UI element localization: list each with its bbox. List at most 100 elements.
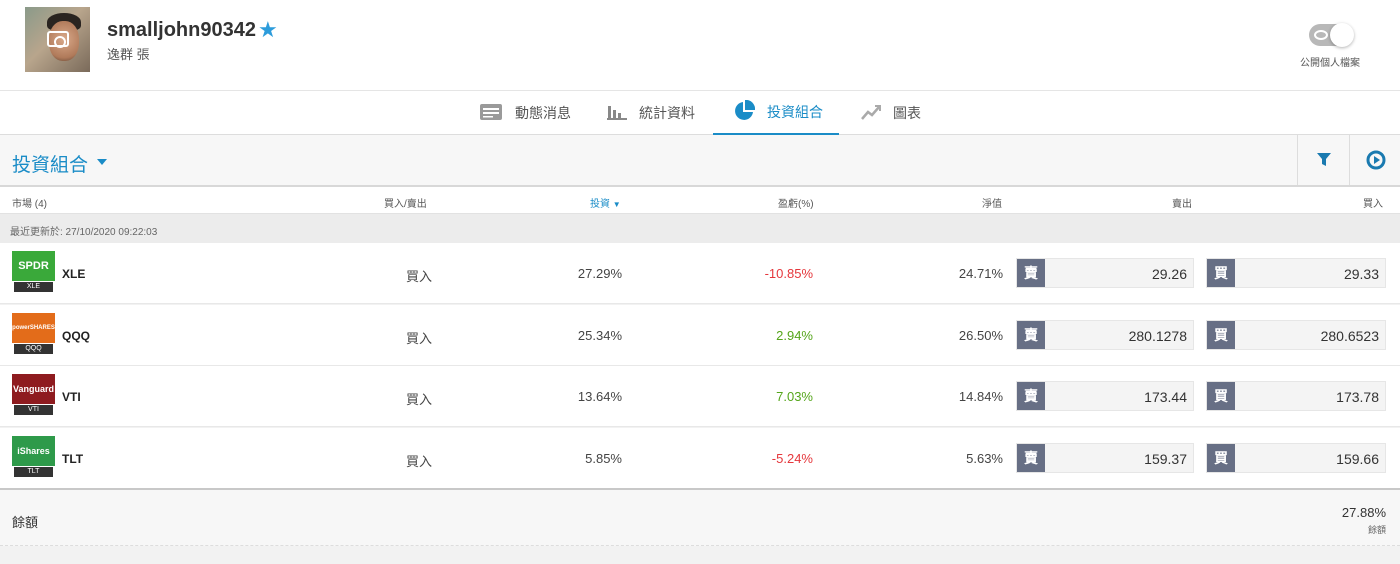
header-invested-label: 投資 (590, 199, 610, 210)
instrument-symbol[interactable]: QQQ (62, 329, 90, 343)
username: smalljohn90342 (107, 19, 256, 41)
direction-cell: 買入 (405, 392, 432, 407)
header-direction[interactable]: 買入/賣出 (384, 195, 427, 210)
logo-brand: SPDR (12, 251, 55, 281)
sell-price: 280.1278 (1128, 327, 1187, 344)
instrument-symbol[interactable]: VTI (62, 390, 81, 404)
tab-bar: 動態消息 統計資料 投資組合 圖表 (0, 91, 1400, 135)
real-name: 逸群 張 (107, 47, 150, 62)
invested-cell: 25.34% (577, 327, 622, 343)
tab-label: 圖表 (893, 105, 921, 121)
balance-label: 餘額 (12, 515, 39, 530)
logo-brand: Vanguard (12, 374, 55, 404)
play-circle-icon (1366, 150, 1385, 170)
filter-icon (1316, 153, 1331, 166)
header-sell[interactable]: 賣出 (1172, 195, 1192, 210)
buy-price: 159.66 (1336, 450, 1379, 467)
buy-tag: 買 (1207, 320, 1235, 349)
tab-stats[interactable]: 統計資料 (607, 91, 695, 135)
balance-row: 餘額 27.88% 餘額 (0, 488, 1400, 546)
value-cell: 5.63% (966, 450, 1003, 466)
table-header: 市場 (4) 買入/賣出 投資 ▼ 盈虧(%) 淨值 賣出 買入 (0, 187, 1400, 214)
buy-price: 280.6523 (1320, 327, 1379, 344)
pl-cell: -5.24% (771, 450, 813, 466)
sort-down-icon: ▼ (612, 200, 621, 209)
news-feed-icon (479, 103, 503, 124)
tab-charts[interactable]: 圖表 (861, 91, 921, 135)
sell-button[interactable]: 賣 280.1278 (1016, 319, 1194, 350)
balance-sublabel: 餘額 (1367, 525, 1386, 535)
invested-cell: 27.29% (577, 266, 622, 281)
instrument-symbol[interactable]: XLE (62, 267, 85, 281)
portfolio-toolbar: 投資組合 (0, 135, 1400, 187)
logo-ticker: VTI (14, 405, 53, 415)
buy-button[interactable]: 買 173.78 (1206, 381, 1386, 411)
bar-stats-icon (607, 104, 627, 123)
table-row[interactable]: powerSHARES QQQ QQQ 買入 25.34% 2.94% 26.50% 賣 280… (0, 304, 1400, 366)
profile-header: smalljohn90342 ★ 逸群 張 公開個人檔案 (0, 0, 1400, 91)
logo-brand: iShares (12, 435, 55, 466)
pl-cell: -10.85% (764, 266, 813, 281)
avatar[interactable] (25, 7, 90, 72)
instrument-logo[interactable]: iShares TLT (12, 435, 55, 479)
tab-label: 投資組合 (767, 104, 823, 120)
direction-cell: 買入 (405, 330, 432, 346)
filter-button[interactable] (1297, 135, 1349, 185)
trend-chart-icon (861, 104, 881, 123)
logo-ticker: QQQ (14, 343, 53, 354)
chevron-down-icon[interactable] (97, 159, 107, 165)
header-pl[interactable]: 盈虧(%) (778, 195, 814, 210)
toggle-knob (1330, 23, 1354, 47)
tab-portfolio[interactable]: 投資組合 (713, 91, 839, 135)
value-cell: 14.84% (958, 389, 1003, 404)
table-row[interactable]: SPDR XLE XLE 買入 27.29% -10.85% 24.71% 賣 29.26 買 29… (0, 243, 1400, 304)
sell-tag: 賣 (1017, 443, 1045, 472)
invested-cell: 5.85% (585, 450, 622, 466)
sell-price: 173.44 (1144, 389, 1187, 405)
invested-cell: 13.64% (577, 389, 622, 404)
sell-price: 159.37 (1144, 450, 1187, 467)
tab-label: 動態消息 (515, 105, 571, 121)
value-cell: 26.50% (958, 327, 1003, 343)
pl-cell: 2.94% (776, 327, 813, 343)
buy-tag: 買 (1207, 443, 1235, 472)
balance-value: 27.88% (1341, 505, 1386, 520)
instrument-logo[interactable]: SPDR XLE (12, 251, 55, 294)
instrument-symbol[interactable]: TLT (62, 452, 83, 466)
sell-price: 29.26 (1151, 266, 1187, 282)
header-invested[interactable]: 投資 ▼ (590, 195, 621, 210)
header-buy[interactable]: 買入 (1363, 195, 1383, 210)
tab-label: 統計資料 (639, 105, 695, 121)
table-row[interactable]: Vanguard VTI VTI 買入 13.64% 7.03% 14.84% 賣 173.44… (0, 366, 1400, 427)
header-value[interactable]: 淨值 (982, 195, 1002, 210)
star-icon[interactable]: ★ (258, 18, 278, 42)
instrument-logo[interactable]: Vanguard VTI (12, 374, 55, 417)
header-market[interactable]: 市場 (4) (12, 195, 47, 210)
instrument-logo[interactable]: powerSHARES QQQ (12, 312, 55, 356)
refresh-button[interactable] (1349, 135, 1400, 185)
direction-cell: 買入 (405, 453, 432, 469)
tab-news-feed[interactable]: 動態消息 (479, 91, 571, 135)
sell-tag: 賣 (1017, 382, 1045, 410)
table-row[interactable]: iShares TLT TLT 買入 5.85% -5.24% 5.63% 賣 159.37 買 1… (0, 427, 1400, 489)
pl-cell: 7.03% (776, 389, 813, 404)
public-profile-label: 公開個人檔案 (1300, 58, 1360, 69)
sell-button[interactable]: 賣 159.37 (1016, 442, 1194, 473)
eye-icon (1314, 30, 1328, 40)
buy-button[interactable]: 買 159.66 (1206, 442, 1386, 473)
sell-tag: 賣 (1017, 320, 1045, 349)
camera-icon[interactable] (47, 31, 69, 48)
buy-price: 29.33 (1343, 266, 1379, 282)
buy-button[interactable]: 買 29.33 (1206, 258, 1386, 288)
logo-ticker: TLT (14, 466, 53, 477)
buy-button[interactable]: 買 280.6523 (1206, 319, 1386, 350)
buy-tag: 買 (1207, 382, 1235, 410)
public-profile-toggle[interactable] (1309, 23, 1354, 47)
sell-button[interactable]: 賣 173.44 (1016, 381, 1194, 411)
last-updated: 最近更新於: 27/10/2020 09:22:03 (0, 214, 1400, 243)
portfolio-title[interactable]: 投資組合 (12, 150, 88, 177)
buy-price: 173.78 (1336, 389, 1379, 405)
logo-brand: powerSHARES (12, 312, 55, 343)
sell-button[interactable]: 賣 29.26 (1016, 258, 1194, 288)
value-cell: 24.71% (958, 266, 1003, 281)
